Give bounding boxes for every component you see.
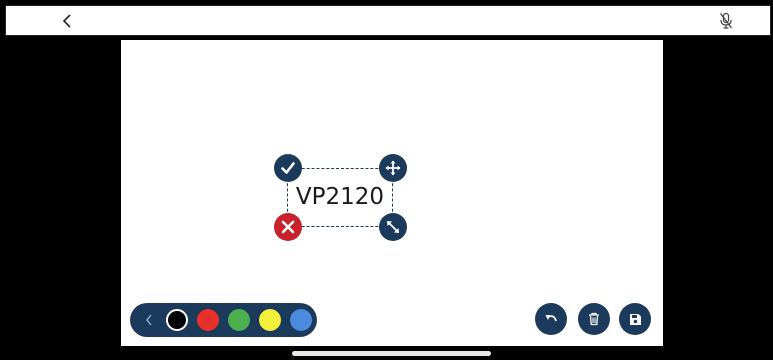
text-annotation[interactable]: VP2120: [287, 180, 393, 214]
close-icon: [281, 220, 295, 234]
color-swatch-yellow[interactable]: [259, 309, 281, 331]
microphone-mute-icon: [719, 12, 733, 29]
save-icon: [629, 313, 641, 325]
confirm-button[interactable]: [274, 154, 302, 182]
undo-icon: [545, 315, 557, 322]
trash-icon: [589, 312, 599, 326]
delete-button[interactable]: [578, 303, 610, 335]
drawing-canvas[interactable]: VP2120: [121, 40, 663, 346]
back-button[interactable]: [56, 9, 80, 33]
chevron-left-icon: [62, 14, 71, 28]
move-handle[interactable]: [379, 154, 407, 182]
move-arrows-icon: [385, 160, 401, 176]
chevron-left-icon: [146, 314, 152, 326]
color-swatch-blue[interactable]: [290, 309, 312, 331]
home-indicator[interactable]: [292, 351, 491, 356]
delete-annotation-button[interactable]: [274, 213, 302, 241]
palette-collapse-button[interactable]: [140, 308, 158, 332]
save-button[interactable]: [619, 303, 651, 335]
color-swatch-black[interactable]: [166, 309, 188, 331]
mute-microphone-button[interactable]: [714, 9, 738, 33]
resize-arrows-icon: [387, 221, 399, 233]
top-bar: [5, 5, 771, 36]
color-swatch-green[interactable]: [228, 309, 250, 331]
color-swatch-red[interactable]: [197, 309, 219, 331]
resize-handle[interactable]: [379, 213, 407, 241]
checkmark-icon: [281, 162, 295, 174]
color-palette: [130, 303, 317, 337]
undo-button[interactable]: [535, 303, 567, 335]
